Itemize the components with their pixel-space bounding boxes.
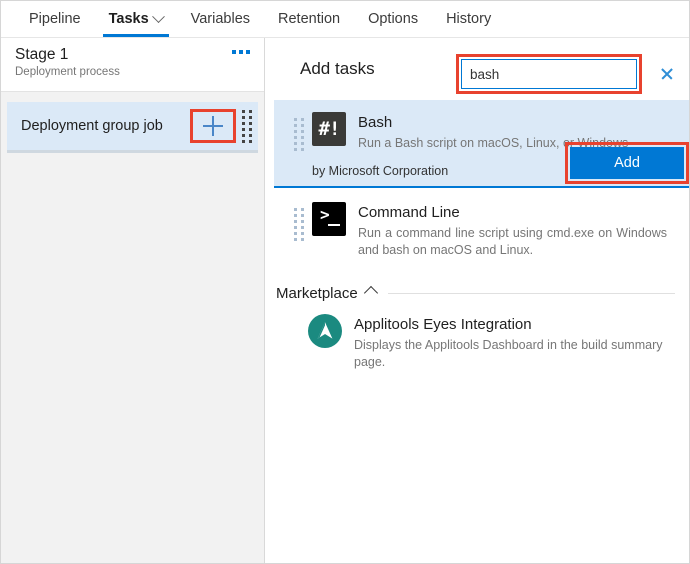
command-line-icon: > [312, 202, 346, 236]
pipeline-sidebar: Stage 1 Deployment process Deployment gr… [1, 38, 265, 563]
tab-options[interactable]: Options [354, 1, 432, 37]
marketplace-item-text: Applitools Eyes Integration Displays the… [354, 314, 679, 371]
task-description: Run a command line script using cmd.exe … [358, 225, 671, 259]
tab-bar: Pipeline Tasks Variables Retention Optio… [1, 1, 689, 38]
pipeline-editor-window: Pipeline Tasks Variables Retention Optio… [0, 0, 690, 564]
add-tasks-header: Add tasks [266, 38, 689, 100]
tab-tasks-label: Tasks [109, 11, 149, 27]
search-box[interactable] [461, 59, 637, 89]
drag-handle-icon[interactable] [294, 208, 304, 241]
marketplace-label: Marketplace [276, 285, 358, 302]
marketplace-item-applitools[interactable]: Applitools Eyes Integration Displays the… [266, 302, 689, 381]
search-input[interactable] [462, 67, 653, 82]
add-tasks-panel: Add tasks #! Bash Run a Bash script on m… [266, 38, 689, 563]
tab-pipeline-label: Pipeline [29, 11, 81, 27]
task-title: Command Line [358, 203, 671, 222]
ellipsis-dot [232, 50, 236, 54]
marketplace-item-description: Displays the Applitools Dashboard in the… [354, 337, 679, 371]
job-label: Deployment group job [21, 118, 190, 134]
chevron-up-icon[interactable] [364, 285, 378, 299]
tab-history[interactable]: History [432, 1, 505, 37]
job-add-button-annotated [190, 109, 236, 143]
tab-tasks[interactable]: Tasks [95, 1, 177, 37]
job-row-scroll-indicator [7, 150, 258, 153]
command-line-icon-glyph: > [320, 207, 330, 223]
add-task-to-job-button[interactable] [203, 116, 223, 136]
task-row-command-line[interactable]: > Command Line Run a command line script… [266, 188, 689, 269]
chevron-down-icon [152, 10, 165, 23]
marketplace-item-title: Applitools Eyes Integration [354, 315, 679, 334]
drag-handle-icon[interactable] [294, 118, 304, 151]
task-row-bash[interactable]: #! Bash Run a Bash script on macOS, Linu… [274, 100, 689, 188]
tab-options-label: Options [368, 11, 418, 27]
tab-variables[interactable]: Variables [177, 1, 264, 37]
job-list: Deployment group job [1, 92, 264, 153]
stage-subtitle: Deployment process [15, 65, 250, 80]
task-title: Bash [358, 113, 679, 132]
task-publisher: by Microsoft Corporation [312, 164, 448, 178]
tab-variables-label: Variables [191, 11, 250, 27]
drag-handle-icon[interactable] [242, 110, 252, 143]
tab-retention-label: Retention [278, 11, 340, 27]
page-title: Add tasks [300, 59, 375, 79]
task-text-command-line: Command Line Run a command line script u… [358, 202, 679, 259]
ellipsis-dot [246, 50, 250, 54]
bash-icon-glyph: #! [319, 118, 340, 140]
close-icon[interactable] [653, 60, 681, 88]
ellipsis-dot [239, 50, 243, 54]
task-drag-handle-wrap [284, 112, 312, 152]
job-row-deployment-group-job[interactable]: Deployment group job [7, 102, 258, 150]
task-drag-handle-wrap [284, 202, 312, 259]
tab-history-label: History [446, 11, 491, 27]
tab-retention[interactable]: Retention [264, 1, 354, 37]
divider [388, 293, 675, 294]
ellipsis-icon[interactable] [232, 50, 250, 54]
applitools-icon [308, 314, 342, 348]
tab-pipeline[interactable]: Pipeline [15, 1, 95, 37]
bash-icon: #! [312, 112, 346, 146]
stage-header: Stage 1 Deployment process [1, 38, 264, 92]
marketplace-header: Marketplace [266, 269, 689, 302]
command-line-icon-underscore [328, 224, 340, 226]
stage-title: Stage 1 [15, 45, 250, 64]
add-button[interactable]: Add [570, 147, 684, 179]
